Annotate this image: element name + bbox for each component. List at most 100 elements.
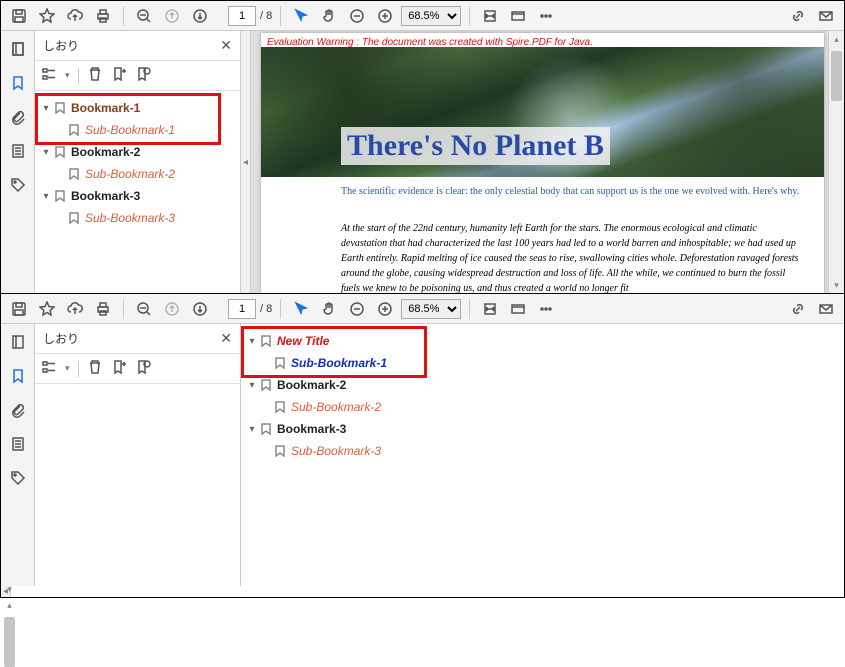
vertical-tab-bar xyxy=(1,324,35,586)
chevron-down-icon[interactable]: ▾ xyxy=(39,103,53,114)
star-icon[interactable] xyxy=(35,297,59,321)
vertical-tab-bar xyxy=(1,31,35,293)
link-icon[interactable] xyxy=(786,297,810,321)
zoom-out-icon[interactable] xyxy=(132,4,156,28)
bookmarks-tab-icon[interactable] xyxy=(8,366,28,386)
minus-icon[interactable] xyxy=(345,297,369,321)
plus-icon[interactable] xyxy=(373,297,397,321)
zoom-out-icon[interactable] xyxy=(132,297,156,321)
cloud-upload-icon[interactable] xyxy=(63,4,87,28)
page-down-icon[interactable] xyxy=(188,4,212,28)
tags-tab-icon[interactable] xyxy=(8,175,28,195)
bookmark-child-item[interactable]: Sub-Bookmark-3 xyxy=(245,440,387,462)
more-icon[interactable] xyxy=(534,297,558,321)
hand-tool-icon[interactable] xyxy=(317,4,341,28)
main-toolbar: / 8 68.5% xyxy=(1,294,844,324)
scroll-down-icon[interactable]: ▾ xyxy=(829,277,844,293)
bookmarks-tree: ▾ New Title Sub-Bookmark-1 ▾ Bookmark-2 … xyxy=(241,324,391,586)
bookmark-item[interactable]: ▾ Bookmark-2 xyxy=(39,141,236,163)
thumbnails-tab-icon[interactable] xyxy=(8,39,28,59)
article-body: At the start of the 22nd century, humani… xyxy=(341,221,804,293)
link-icon[interactable] xyxy=(786,4,810,28)
mail-icon[interactable] xyxy=(814,4,838,28)
pane-top: / 8 68.5% しおり ✕ ▾ xyxy=(1,1,844,293)
scroll-down-icon[interactable]: ▾ xyxy=(2,581,17,597)
chevron-down-icon[interactable]: ▾ xyxy=(245,336,259,347)
scroll-thumb[interactable] xyxy=(831,51,842,101)
delete-bookmark-icon[interactable] xyxy=(87,66,103,85)
options-icon[interactable] xyxy=(41,359,57,378)
save-icon[interactable] xyxy=(7,297,31,321)
plus-icon[interactable] xyxy=(373,4,397,28)
page-input[interactable] xyxy=(228,299,256,319)
hero-image: There's No Planet B xyxy=(261,47,824,177)
scroll-up-icon[interactable]: ▴ xyxy=(829,31,844,47)
layers-tab-icon[interactable] xyxy=(8,434,28,454)
page-input[interactable] xyxy=(228,6,256,26)
print-icon[interactable] xyxy=(91,297,115,321)
options-icon[interactable] xyxy=(41,66,57,85)
zoom-select[interactable]: 68.5% xyxy=(401,299,461,319)
sidebar-toolbar: ▾ xyxy=(35,354,240,384)
thumbnails-tab-icon[interactable] xyxy=(8,332,28,352)
sidebar-title: しおり xyxy=(43,37,79,54)
article-intro: The scientific evidence is clear: the on… xyxy=(341,185,804,199)
fit-width-icon[interactable] xyxy=(478,4,502,28)
page-total: / 8 xyxy=(260,10,272,22)
hand-tool-icon[interactable] xyxy=(317,297,341,321)
read-mode-icon[interactable] xyxy=(506,297,530,321)
page-down-icon[interactable] xyxy=(188,297,212,321)
delete-bookmark-icon[interactable] xyxy=(87,359,103,378)
minus-icon[interactable] xyxy=(345,4,369,28)
pane-bottom: / 8 68.5% しおり ✕ ▾ xyxy=(1,294,844,597)
tags-tab-icon[interactable] xyxy=(8,468,28,488)
bookmark-item[interactable]: ▾ Bookmark-1 xyxy=(39,97,236,119)
bookmark-item[interactable]: ▾ Bookmark-3 xyxy=(39,185,236,207)
chevron-down-icon[interactable]: ▾ xyxy=(245,380,259,391)
bookmark-item[interactable]: ▾ Bookmark-2 xyxy=(245,374,387,396)
bookmark-child-item[interactable]: Sub-Bookmark-1 xyxy=(39,119,236,141)
scroll-thumb[interactable] xyxy=(4,617,15,667)
page-up-icon[interactable] xyxy=(160,4,184,28)
bookmark-child-item[interactable]: Sub-Bookmark-2 xyxy=(245,396,387,418)
add-bookmark-icon[interactable] xyxy=(111,66,127,85)
chevron-down-icon[interactable]: ▾ xyxy=(245,424,259,435)
chevron-down-icon[interactable]: ▾ xyxy=(39,147,53,158)
zoom-select[interactable]: 68.5% xyxy=(401,6,461,26)
chevron-down-icon[interactable]: ▾ xyxy=(39,191,53,202)
vertical-scrollbar[interactable]: ▴ ▾ xyxy=(828,31,844,293)
print-icon[interactable] xyxy=(91,4,115,28)
fit-width-icon[interactable] xyxy=(478,297,502,321)
bookmark-item[interactable]: ▾ Bookmark-3 xyxy=(245,418,387,440)
close-sidebar-icon[interactable]: ✕ xyxy=(220,330,232,347)
page-up-icon[interactable] xyxy=(160,297,184,321)
save-icon[interactable] xyxy=(7,4,31,28)
mail-icon[interactable] xyxy=(814,297,838,321)
read-mode-icon[interactable] xyxy=(506,4,530,28)
article-headline: There's No Planet B xyxy=(341,127,610,165)
more-icon[interactable] xyxy=(534,4,558,28)
web-bookmark-icon[interactable] xyxy=(135,359,151,378)
select-tool-icon[interactable] xyxy=(289,4,313,28)
bookmark-child-item[interactable]: Sub-Bookmark-2 xyxy=(39,163,236,185)
main-toolbar: / 8 68.5% xyxy=(1,1,844,31)
bookmarks-sidebar: しおり ✕ ▾ ▾ Bookmark-1 Su xyxy=(35,31,241,293)
bookmarks-sidebar: しおり ✕ ▾ xyxy=(35,324,241,586)
sidebar-title: しおり xyxy=(43,330,79,347)
web-bookmark-icon[interactable] xyxy=(135,66,151,85)
add-bookmark-icon[interactable] xyxy=(111,359,127,378)
collapse-sidebar-handle[interactable]: ◂ xyxy=(241,31,251,293)
attachments-tab-icon[interactable] xyxy=(8,400,28,420)
scroll-up-icon[interactable]: ▴ xyxy=(2,597,17,613)
layers-tab-icon[interactable] xyxy=(8,141,28,161)
close-sidebar-icon[interactable]: ✕ xyxy=(220,37,232,54)
bookmark-child-item[interactable]: Sub-Bookmark-3 xyxy=(39,207,236,229)
bookmark-item[interactable]: ▾ New Title xyxy=(245,330,387,352)
bookmarks-tab-icon[interactable] xyxy=(8,73,28,93)
attachments-tab-icon[interactable] xyxy=(8,107,28,127)
document-viewport[interactable]: Evaluation Warning : The document was cr… xyxy=(251,31,828,293)
select-tool-icon[interactable] xyxy=(289,297,313,321)
cloud-upload-icon[interactable] xyxy=(63,297,87,321)
star-icon[interactable] xyxy=(35,4,59,28)
bookmark-child-item[interactable]: Sub-Bookmark-1 xyxy=(245,352,387,374)
